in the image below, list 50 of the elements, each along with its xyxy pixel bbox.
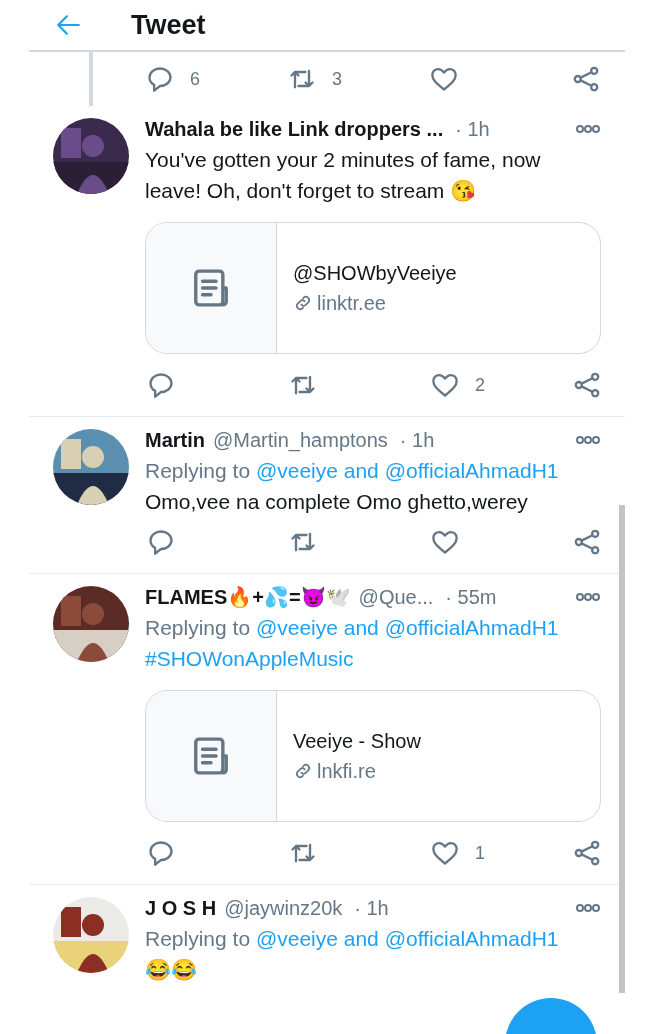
mention-link[interactable]: @veeiye and @officialAhmadH1 [255, 927, 559, 950]
mention-link[interactable]: @veeiye and @officialAhmadH1 [255, 616, 559, 639]
link-card[interactable]: @SHOWbyVeeiye linktr.ee [145, 222, 601, 354]
link-card[interactable]: Veeiye - Show lnkfi.re [145, 690, 601, 822]
heart-icon[interactable] [431, 371, 459, 399]
tweet-text: You've gotten your 2 minutes of fame, now leave! Oh, don't forget to stream 😘 [145, 147, 542, 204]
count: 1 [475, 841, 485, 865]
more-icon[interactable] [575, 903, 601, 913]
reply-icon[interactable] [147, 839, 175, 867]
timestamp: · 1h [354, 896, 389, 921]
author-handle: @Martin_hamptons [213, 428, 388, 454]
reply-icon[interactable] [146, 65, 174, 93]
card-domain: lnkfi.re [317, 759, 376, 784]
author-handle: @jaywinz20k [224, 896, 343, 921]
timestamp: · 1h [399, 428, 435, 453]
timestamp: · 1h [455, 117, 490, 142]
heart-icon[interactable] [430, 65, 458, 93]
reply-context: Replying to @veeiye and @officialAhmadH1 [145, 926, 560, 952]
author-name: FLAMES🔥+💦=😈🕊 [145, 585, 351, 610]
reply-context: Replying to @veeiye and @officialAhmadH1 [145, 615, 560, 641]
more-icon[interactable] [575, 124, 601, 134]
page-title: Tweet [131, 8, 206, 42]
author-name: Wahala be like Link droppers ... [145, 117, 444, 142]
reply-context: Replying to @veeiye and @officialAhmadH1 [145, 458, 560, 484]
share-icon[interactable] [573, 371, 601, 399]
author-name: Martin [145, 428, 205, 453]
more-icon[interactable] [575, 592, 601, 602]
card-domain: linktr.ee [317, 291, 386, 316]
card-title: @SHOWbyVeeiye [293, 261, 457, 286]
hashtag-link[interactable]: #SHOWonAppleMusic [145, 647, 354, 670]
heart-icon[interactable] [431, 528, 459, 556]
count: 3 [332, 67, 342, 91]
count: 2 [475, 373, 485, 397]
more-icon[interactable] [575, 435, 601, 445]
mention-link[interactable]: @veeiye and @officialAhmadH1 [255, 459, 559, 482]
link-icon [293, 293, 313, 313]
author-name: J O S H [145, 896, 217, 921]
tweet-text: 😂😂 [145, 957, 198, 983]
tweet-text: Omo,vee na complete Omo ghetto,werey [145, 489, 529, 515]
card-title: Veeiye - Show [293, 729, 421, 754]
count: 6 [190, 67, 200, 91]
reply-icon[interactable] [147, 528, 175, 556]
share-icon[interactable] [572, 65, 600, 93]
reply-icon[interactable] [147, 371, 175, 399]
heart-icon[interactable] [431, 839, 459, 867]
share-icon[interactable] [573, 528, 601, 556]
link-icon [293, 761, 313, 781]
author-handle: @Que... [358, 585, 434, 610]
timestamp: · 55m [445, 585, 497, 610]
share-icon[interactable] [573, 839, 601, 867]
